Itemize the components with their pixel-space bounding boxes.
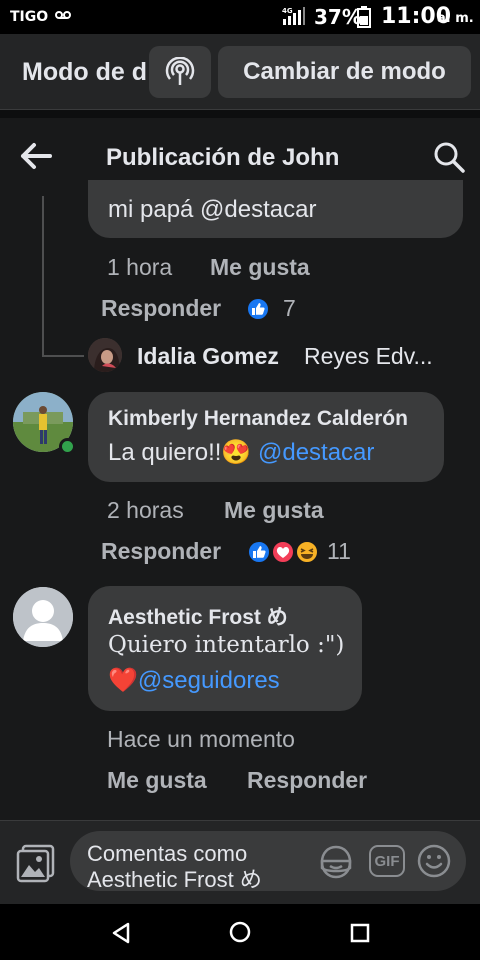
- comment-time: 2 horas: [107, 497, 184, 523]
- mention-link[interactable]: @seguidores: [138, 667, 280, 694]
- comment-input[interactable]: Comentas como Aesthetic Frost め GIF: [70, 831, 466, 891]
- thread-line-connector: [42, 355, 84, 357]
- nav-recents-icon[interactable]: [350, 923, 370, 943]
- comment-mention-line: ❤️@seguidores: [108, 666, 280, 695]
- divider-band: [0, 110, 480, 118]
- sticker-icon[interactable]: [316, 842, 356, 882]
- comment-composer: Comentas como Aesthetic Frost め GIF: [0, 820, 480, 904]
- comment-time: Hace un momento: [107, 726, 295, 752]
- like-reaction-icon: [246, 297, 270, 321]
- reply-button[interactable]: Responder: [247, 767, 367, 794]
- voicemail-icon: [55, 11, 71, 19]
- reply-author[interactable]: Idalia Gomez: [137, 343, 279, 370]
- avatar[interactable]: [13, 587, 73, 647]
- heart-eyes-emoji: 😍: [221, 439, 252, 466]
- comment-bubble[interactable]: Aesthetic Frost め Quiero intentarlo :") …: [88, 586, 362, 711]
- like-button[interactable]: Me gusta: [210, 254, 310, 281]
- reply-button[interactable]: Responder: [101, 295, 221, 322]
- gallery-icon[interactable]: [14, 841, 58, 885]
- like-button[interactable]: Me gusta: [224, 497, 324, 524]
- mention-link[interactable]: @destacar: [258, 439, 374, 466]
- gif-icon[interactable]: GIF: [369, 845, 405, 877]
- battery-percent: 37%: [314, 5, 362, 29]
- thread-line: [42, 196, 44, 356]
- battery-icon: [357, 6, 371, 28]
- reply-snippet[interactable]: Reyes Edv...: [304, 343, 433, 370]
- reaction-count[interactable]: 7: [283, 295, 296, 322]
- search-icon[interactable]: [432, 140, 466, 174]
- arrow-left-icon[interactable]: [20, 142, 52, 170]
- reaction-count[interactable]: 11: [327, 538, 351, 565]
- mode-title: Modo de d: [22, 58, 147, 86]
- mode-broadcast-button[interactable]: [149, 46, 211, 98]
- comment-bubble[interactable]: Kimberly Hernandez Calderón La quiero!!😍…: [88, 392, 444, 482]
- like-reaction-icon: [247, 540, 271, 564]
- online-status-indicator: [59, 438, 76, 455]
- broadcast-icon: [165, 57, 195, 85]
- status-bar: TIGO 4G 37% 11:00 a. m.: [0, 0, 480, 34]
- comment-body: Quiero intentarlo :"): [108, 632, 345, 658]
- comment-body: La quiero!!: [108, 439, 222, 466]
- like-button[interactable]: Me gusta: [107, 767, 207, 794]
- reply-button[interactable]: Responder: [101, 538, 221, 565]
- page-title: Publicación de John: [106, 144, 340, 171]
- switch-mode-button[interactable]: Cambiar de modo: [218, 46, 471, 98]
- red-heart-emoji: ❤️: [108, 667, 138, 694]
- nav-home-icon[interactable]: [229, 921, 251, 943]
- comment-time: 1 hora: [107, 254, 173, 280]
- emoji-icon[interactable]: [417, 844, 451, 878]
- comment-author[interactable]: Aesthetic Frost め: [108, 601, 288, 631]
- comment-bubble[interactable]: mi papá @destacar: [88, 180, 463, 238]
- comment-input-placeholder: Comentas como Aesthetic Frost め: [87, 841, 262, 891]
- network-label: 4G: [282, 7, 293, 15]
- comment-author[interactable]: Kimberly Hernandez Calderón: [108, 407, 408, 431]
- nav-back-icon[interactable]: [110, 921, 132, 945]
- love-reaction-icon: [271, 540, 295, 564]
- avatar[interactable]: [88, 338, 122, 372]
- comment-text: La quiero!!😍 @destacar: [108, 438, 374, 467]
- haha-reaction-icon: [295, 540, 319, 564]
- clock-ampm: a. m.: [437, 11, 474, 26]
- comment-text: mi papá @destacar: [108, 196, 317, 223]
- system-nav-bar: [0, 904, 480, 960]
- mode-bar: Modo de d Cambiar de modo: [0, 34, 480, 110]
- signal-icon: 4G: [282, 7, 305, 25]
- carrier-label: TIGO: [10, 9, 49, 25]
